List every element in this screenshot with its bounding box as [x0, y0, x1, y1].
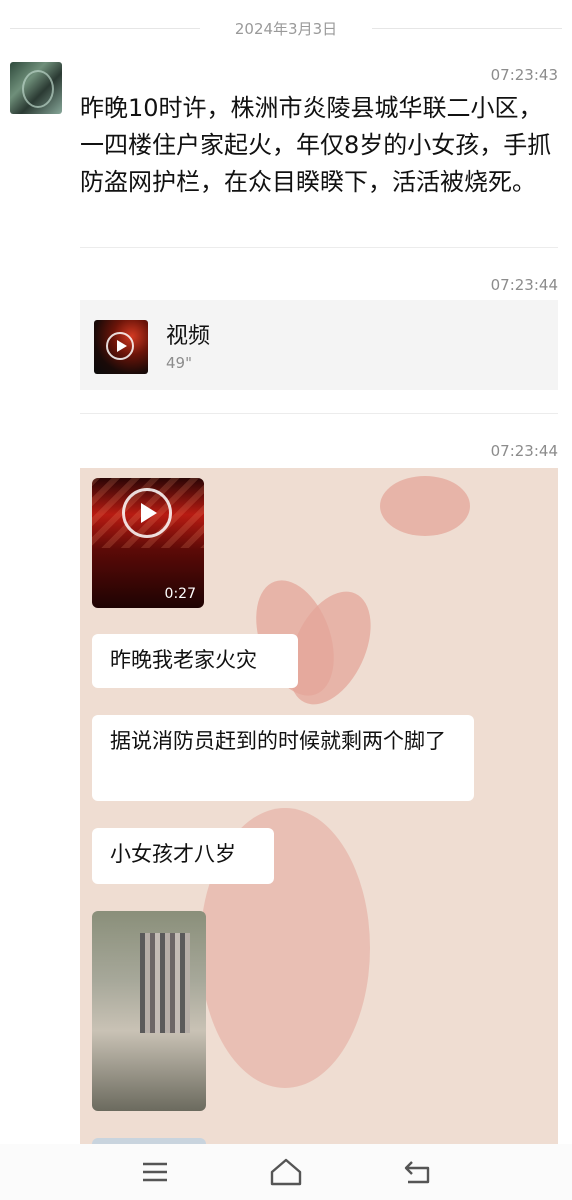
message-text[interactable]: 昨晚10时许，株洲市炎陵县城华联二小区，一四楼住户家起火，年仅8岁的小女孩，手抓… — [80, 90, 560, 201]
avatar[interactable] — [10, 62, 62, 114]
play-icon — [122, 488, 172, 538]
divider — [80, 413, 558, 414]
home-icon[interactable] — [266, 1152, 306, 1192]
heart-decoration — [380, 476, 470, 536]
message-time: 07:23:43 — [490, 66, 558, 84]
video-thumbnail[interactable]: 0:27 — [92, 478, 204, 608]
video-duration: 0:27 — [164, 586, 196, 602]
play-icon — [106, 332, 134, 360]
photo-thumbnail[interactable] — [92, 911, 206, 1111]
chat-bubble: 昨晚我老家火灾 — [92, 634, 298, 688]
system-navbar — [0, 1144, 572, 1200]
divider — [372, 28, 562, 29]
chat-bubble: 小女孩才八岁 — [92, 828, 274, 884]
avatar-image — [22, 70, 54, 108]
divider — [80, 247, 558, 248]
chat-bubble: 据说消防员赶到的时候就剩两个脚了 — [92, 715, 474, 801]
date-separator: 2024年3月3日 — [0, 10, 572, 46]
pixelated-face — [140, 933, 190, 1033]
video-duration: 49" — [166, 354, 192, 372]
chat-screenshot-image[interactable]: 0:27 昨晚我老家火灾 据说消防员赶到的时候就剩两个脚了 小女孩才八岁 — [80, 468, 558, 1144]
menu-icon[interactable] — [135, 1152, 175, 1192]
video-thumbnail — [94, 320, 148, 374]
message-time: 07:23:44 — [490, 276, 558, 294]
message-time: 07:23:44 — [490, 442, 558, 460]
back-icon[interactable] — [397, 1152, 437, 1192]
video-title: 视频 — [166, 324, 211, 349]
video-message[interactable]: 视频 49" — [80, 300, 558, 390]
